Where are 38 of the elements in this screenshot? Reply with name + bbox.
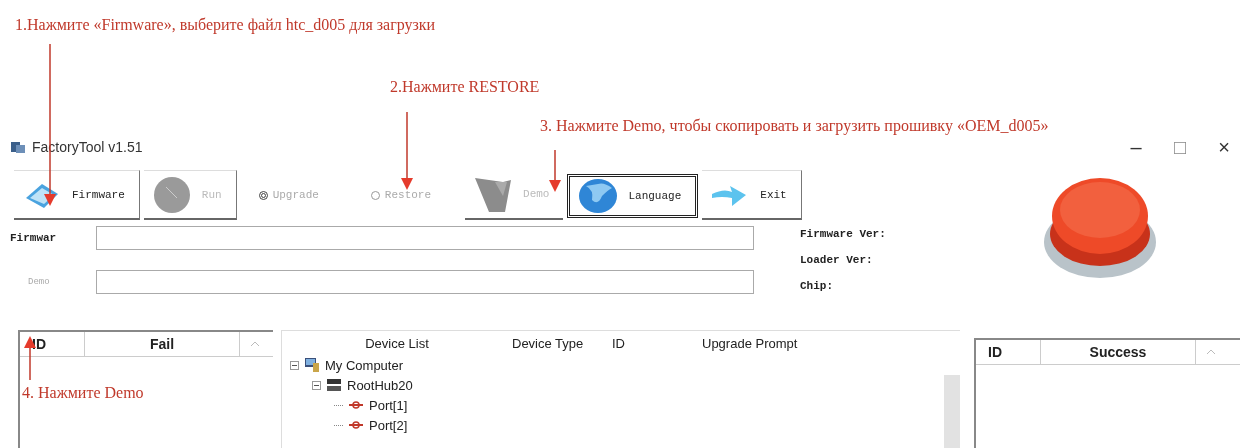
close-button[interactable]: × bbox=[1206, 135, 1242, 159]
column-header[interactable]: ID bbox=[612, 335, 702, 351]
column-header[interactable]: ID bbox=[976, 340, 1041, 364]
arrow-annotation bbox=[548, 150, 562, 192]
disc-icon bbox=[151, 174, 192, 215]
info-label: Chip: bbox=[800, 280, 834, 292]
field-label: Demo bbox=[27, 277, 51, 287]
collapse-icon[interactable] bbox=[312, 380, 321, 390]
tree-item[interactable]: RootHub20 bbox=[347, 377, 413, 393]
column-header[interactable]: Device List bbox=[282, 335, 512, 351]
info-label: Loader Ver: bbox=[800, 254, 874, 266]
usb-hub-icon bbox=[326, 377, 342, 393]
tree-item[interactable]: Port[2] bbox=[369, 417, 408, 433]
minimize-button[interactable]: – bbox=[1118, 135, 1154, 159]
app-icon bbox=[10, 139, 26, 155]
annotation-text: 4. Нажмите Demo bbox=[22, 384, 144, 402]
toolbar-button[interactable]: Exit bbox=[702, 170, 802, 220]
info-label: Firmware Ver: bbox=[800, 228, 887, 240]
column-header[interactable]: Fail bbox=[85, 332, 240, 356]
column-header[interactable]: Upgrade Prompt bbox=[702, 335, 798, 351]
computer-icon bbox=[304, 357, 320, 373]
scrollbar[interactable] bbox=[944, 375, 960, 448]
annotation-text: 3. Нажмите Demo, чтобы скопировать и загрузить прошивку «OEM_d005» bbox=[540, 117, 1049, 135]
tree-item[interactable]: Port[1] bbox=[369, 397, 408, 413]
annotation-text: 2.Нажмите RESTORE bbox=[390, 78, 540, 96]
scroll-up-icon[interactable] bbox=[1206, 349, 1216, 355]
collapse-icon[interactable] bbox=[290, 360, 299, 370]
toolbar-button[interactable]: Language bbox=[567, 174, 699, 218]
annotation-text: 1.Нажмите «Firmware», выберите файл htc_d005 для загрузки bbox=[15, 16, 436, 34]
field-label: Firmwar bbox=[10, 232, 58, 244]
column-header[interactable]: Device Type bbox=[512, 335, 612, 351]
tree-item[interactable]: My Computer bbox=[325, 357, 404, 373]
toolbar-button[interactable]: Firmware bbox=[14, 170, 140, 220]
globe-icon bbox=[578, 176, 619, 216]
path-field[interactable] bbox=[96, 226, 754, 250]
scroll-up-icon[interactable] bbox=[250, 341, 260, 347]
maximize-button[interactable]: □ bbox=[1162, 135, 1198, 159]
column-header[interactable]: Success bbox=[1041, 340, 1196, 364]
